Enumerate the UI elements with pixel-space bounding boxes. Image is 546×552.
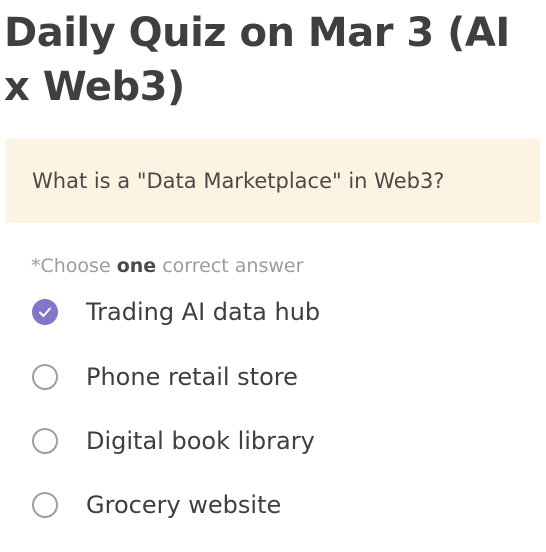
answer-option-2[interactable]: Phone retail store — [32, 357, 298, 397]
radio-unchecked-icon[interactable] — [32, 428, 58, 454]
answer-instruction: *Choose one correct answer — [31, 255, 303, 277]
radio-checked-icon[interactable] — [32, 299, 58, 325]
answer-option-label: Phone retail store — [86, 363, 298, 391]
instruction-suffix: correct answer — [156, 255, 304, 277]
answer-option-4[interactable]: Grocery website — [32, 485, 281, 525]
question-box: What is a "Data Marketplace" in Web3? — [6, 139, 540, 223]
radio-unchecked-icon[interactable] — [32, 492, 58, 518]
instruction-emphasis: one — [116, 255, 157, 277]
radio-unchecked-icon[interactable] — [32, 364, 58, 390]
question-text: What is a "Data Marketplace" in Web3? — [32, 169, 445, 193]
answer-option-1[interactable]: Trading AI data hub — [32, 292, 320, 332]
answer-option-label: Digital book library — [86, 427, 315, 455]
page-title: Daily Quiz on Mar 3 (AI x Web3) — [4, 10, 510, 110]
answer-option-3[interactable]: Digital book library — [32, 421, 315, 461]
instruction-prefix: *Choose — [31, 255, 117, 277]
answer-option-label: Grocery website — [86, 491, 282, 519]
check-icon — [39, 307, 51, 317]
answer-option-label: Trading AI data hub — [86, 298, 321, 326]
